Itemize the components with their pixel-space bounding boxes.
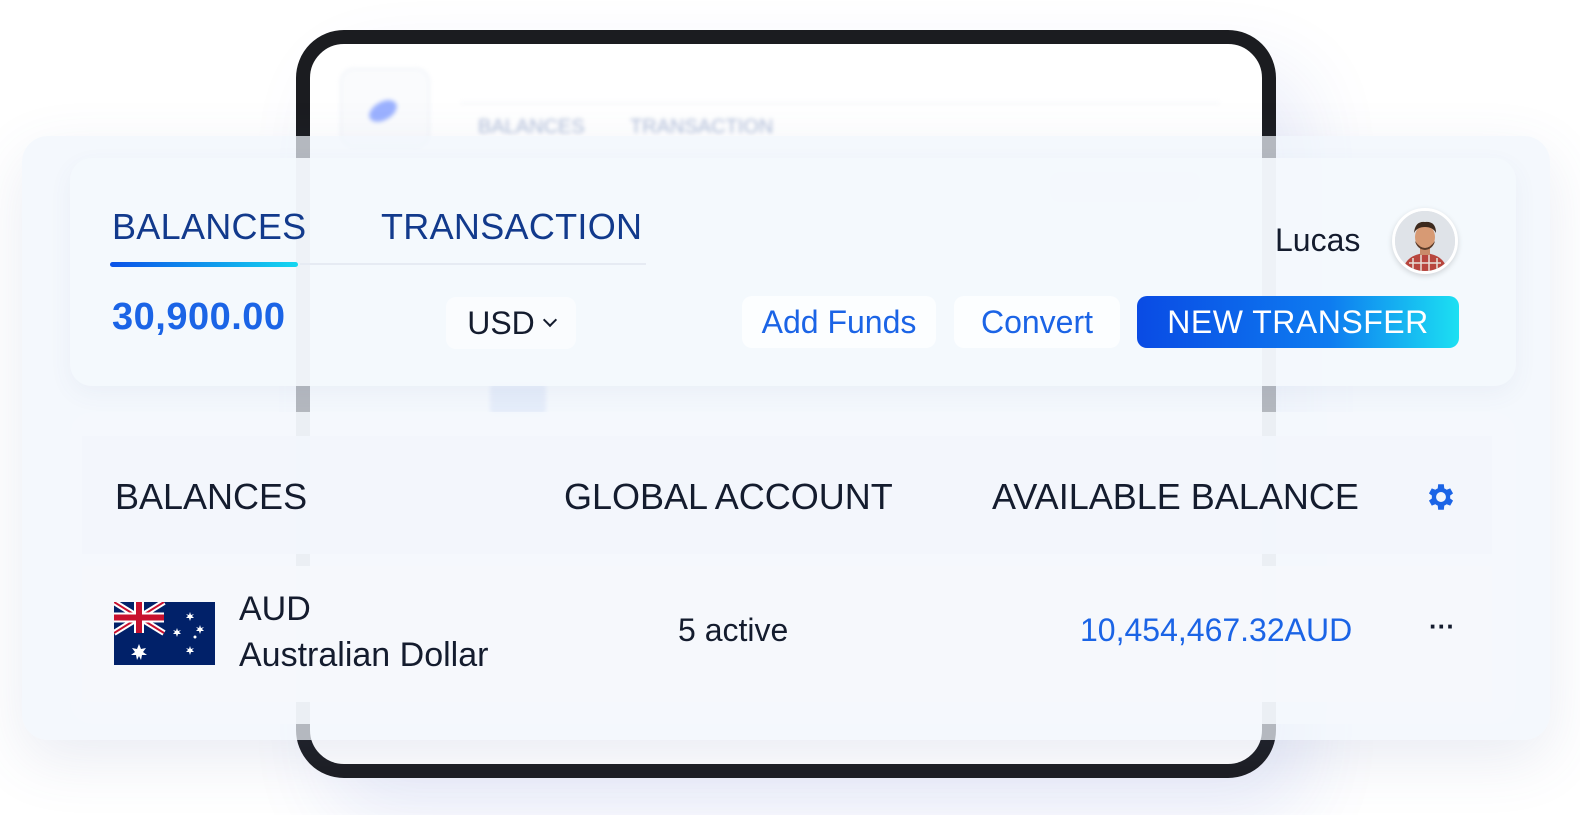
active-tab-indicator [110,262,298,267]
currency-select[interactable]: USD [446,297,576,349]
currency-code: AUD [239,590,311,628]
column-header-global-account: GLOBAL ACCOUNT [564,476,893,517]
new-transfer-button[interactable]: NEW TRANSFER [1137,296,1459,348]
ghost-divider [460,102,1220,104]
column-header-available-balance: AVAILABLE BALANCE [992,476,1359,517]
add-funds-button[interactable]: Add Funds [742,296,936,348]
chevron-down-icon [542,312,557,328]
tab-balances[interactable]: BALANCES [112,206,306,248]
global-account-count: 5 active [678,612,789,648]
avatar[interactable] [1392,208,1458,274]
australia-flag-icon [114,602,215,665]
available-balance: 10,454,467.32AUD [1080,612,1353,648]
currency-name: Australian Dollar [239,636,489,674]
tab-transaction[interactable]: TRANSACTION [381,206,642,248]
gear-icon[interactable] [1424,480,1458,514]
avatar-image [1395,211,1455,271]
currency-select-value: USD [467,304,535,341]
tab-divider [300,263,646,265]
convert-button[interactable]: Convert [954,296,1120,348]
column-header-balances: BALANCES [115,476,308,517]
total-balance: 30,900.00 [112,296,286,338]
header-card [70,158,1516,386]
more-icon[interactable]: ··· [1424,608,1460,644]
user-name: Lucas [1275,222,1361,258]
